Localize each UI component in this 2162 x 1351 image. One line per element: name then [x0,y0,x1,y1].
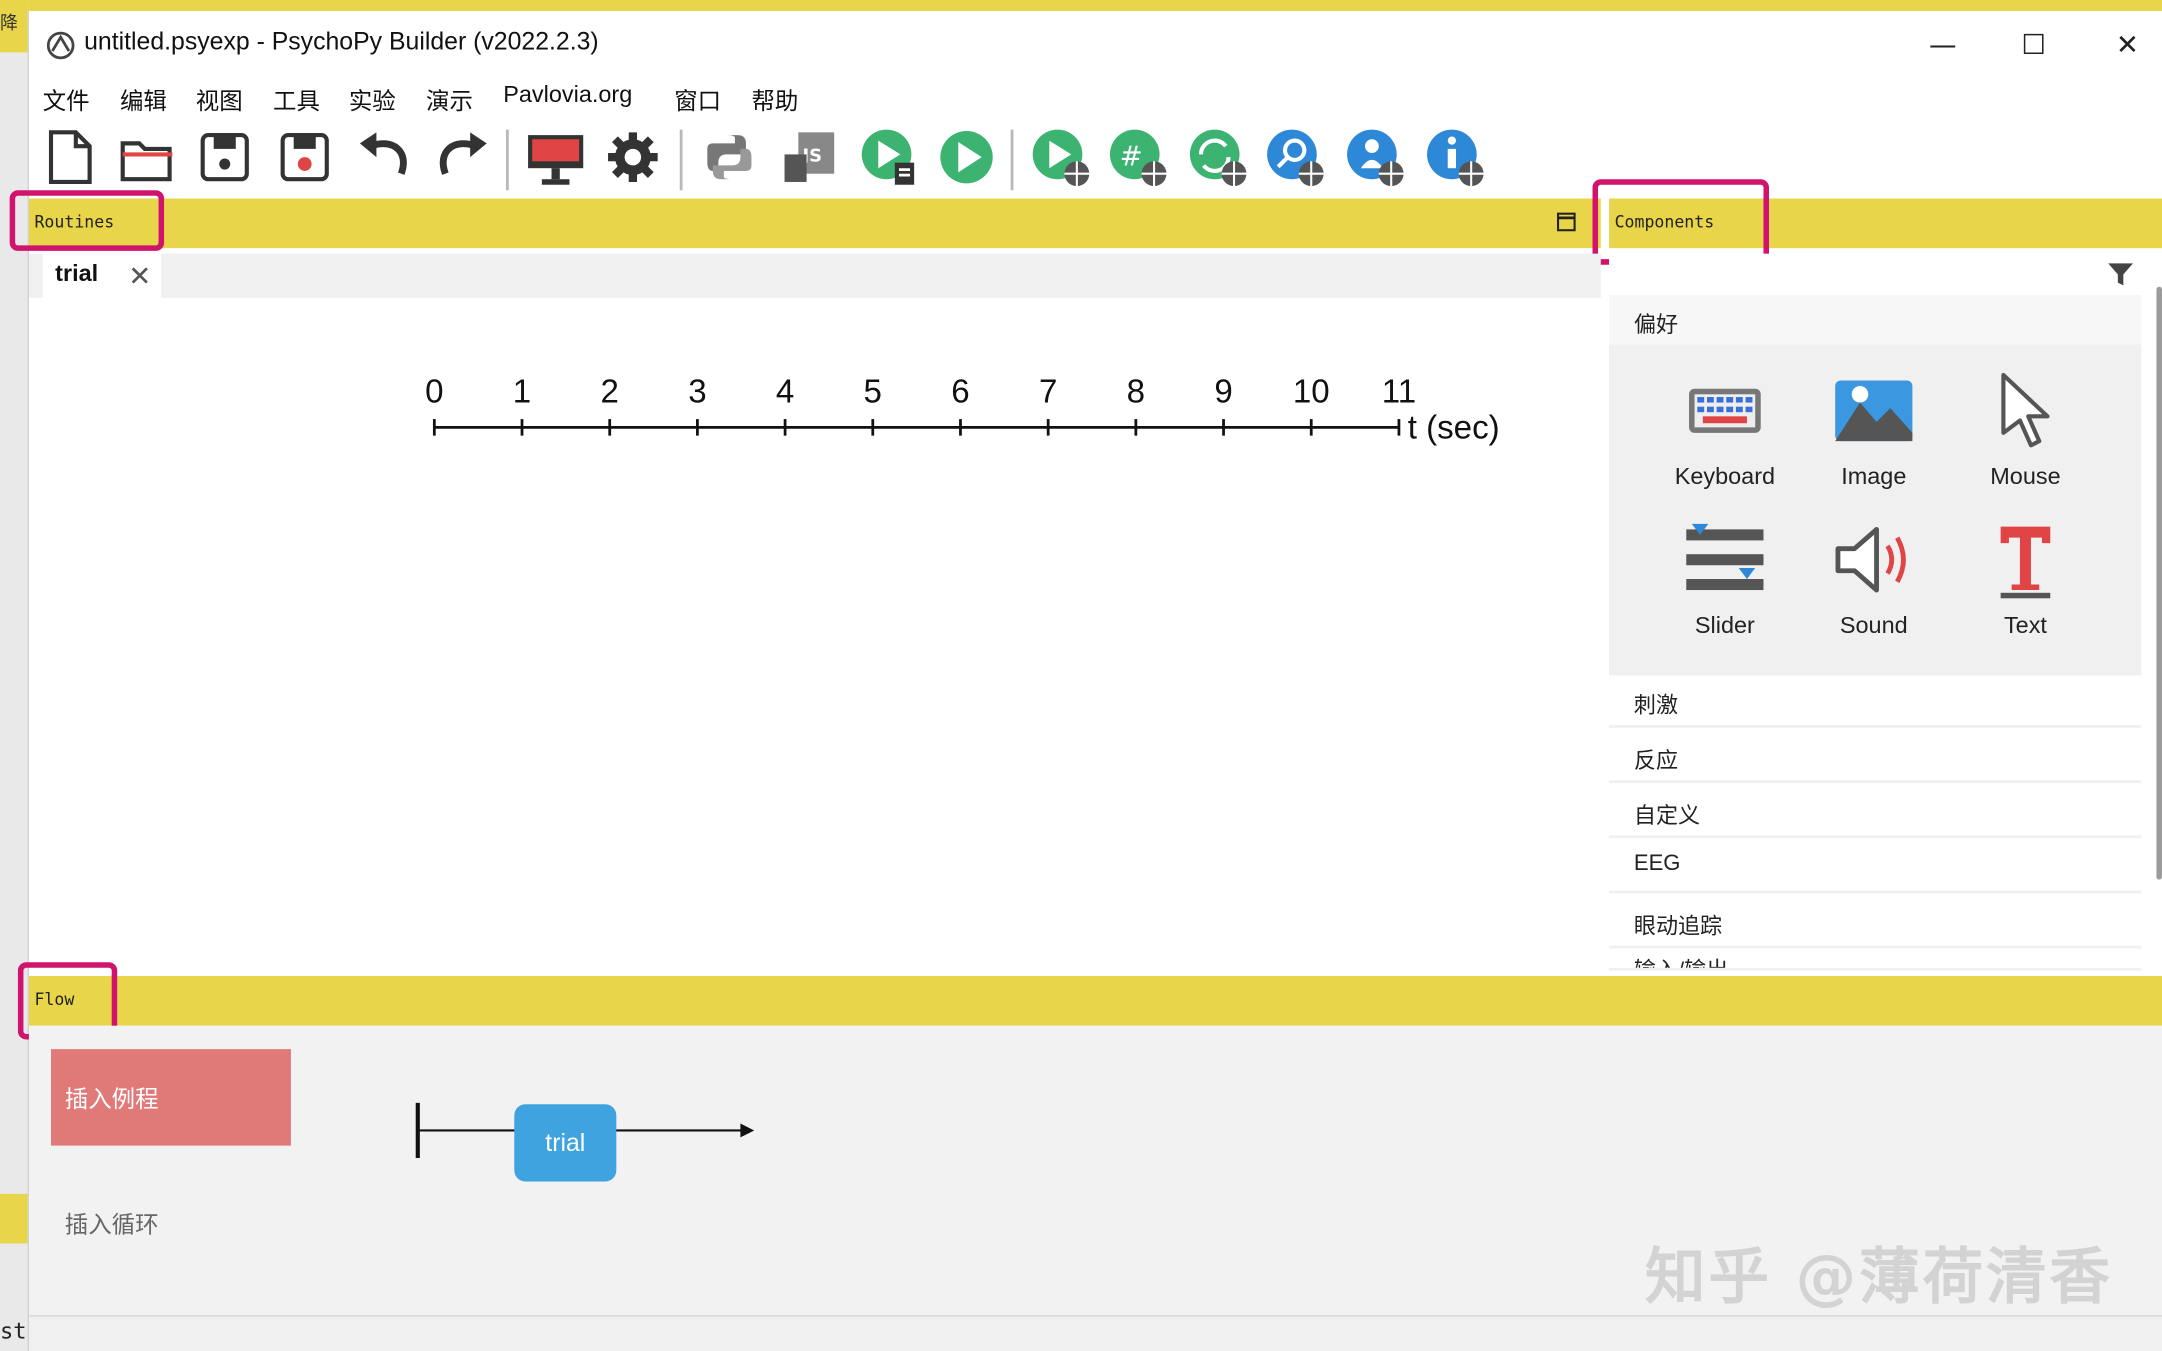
category-eeg[interactable]: EEG [1609,840,2142,894]
timeline-tick-label: 1 [513,374,531,411]
timeline-tick-label: 5 [864,374,882,411]
component-label: Image [1841,463,1907,490]
category-label: 刺激 [1633,694,1679,719]
timeline-tick-label: 6 [951,374,969,411]
timeline-unit-label: t (sec) [1408,409,1500,446]
category-label: 输入/输出 [1634,951,1728,968]
mouse-cursor-icon [2001,372,2050,448]
background-text-bottom: st [0,1317,27,1345]
text-t-icon [2000,526,2051,599]
insert-loop-button[interactable]: 插入循环 [65,1205,159,1239]
component-sound[interactable]: Sound [1799,507,1948,656]
component-text[interactable]: Text [1951,507,2100,656]
flow-panel-header: Flow [28,976,2162,1026]
component-mouse[interactable]: Mouse [1951,358,2100,507]
timeline-tick-label: 8 [1127,374,1145,411]
category-label: 自定义 [1633,805,1701,829]
components-panel: 偏好 Keyboard Image Mouse Slider Sound Tex… [1609,253,2162,971]
keyboard-icon [1689,388,1761,433]
background-top-strip [0,0,2162,12]
category-responses[interactable]: 反应 [1609,730,2142,784]
maximize-button[interactable]: ☐ [2006,22,2061,66]
category-eyetracking[interactable]: 眼动追踪 [1609,896,2142,949]
component-label: Keyboard [1674,463,1776,490]
category-label: EEG [1633,851,1681,876]
component-label: Sound [1839,612,1908,639]
insert-routine-button[interactable]: 插入例程 [51,1049,291,1146]
timeline-tick-label: 10 [1293,374,1330,411]
timeline-tick-label: 7 [1039,374,1057,411]
minimize-button[interactable]: — [1915,22,1970,66]
filter-icon[interactable] [2105,259,2135,289]
category-label: 反应 [1633,749,1679,774]
components-highlight-box [1592,179,1770,265]
favorites-grid: Keyboard Image Mouse Slider Sound Text [1609,344,2142,676]
category-label: 偏好 [1633,314,1679,338]
timeline-tick-label: 4 [776,374,794,411]
component-slider[interactable]: Slider [1650,507,1799,656]
component-keyboard[interactable]: Keyboard [1650,358,1799,507]
timeline-tick-label: 0 [425,374,443,411]
psychopy-builder-window: untitled.psyexp - PsychoPy Builder (v202… [9,11,2162,1351]
component-label: Mouse [1990,463,2061,490]
timeline-tick-label: 3 [688,374,706,411]
category-stimuli[interactable]: 刺激 [1609,675,2142,728]
routine-timeline[interactable]: 0 1 2 3 4 5 6 7 8 9 10 11 t (sec) [29,11,1601,976]
timeline-tick-label: 11 [1382,374,1416,411]
component-label: Slider [1694,612,1755,639]
flow-routine-trial[interactable]: trial [514,1104,617,1182]
status-bar [28,1315,2162,1351]
watermark: 知乎 @薄荷清香 [1644,1242,2113,1313]
background-text-top: 降 [0,13,18,35]
slider-icon [1686,523,1764,591]
screenshot: 降 st untitled.psyexp - PsychoPy Builder … [0,0,2162,1351]
close-button[interactable]: ✕ [2100,22,2155,66]
components-scrollbar[interactable] [2156,286,2162,880]
component-image[interactable]: Image [1799,358,1948,507]
category-custom[interactable]: 自定义 [1609,785,2142,839]
category-io[interactable]: 输入/输出 [1609,951,2142,971]
category-label: 眼动追踪 [1633,915,1723,939]
component-label: Text [2003,612,2047,639]
timeline-tick-label: 2 [601,374,619,411]
category-favorites[interactable]: 偏好 [1609,295,2142,348]
speaker-icon [1835,526,1906,593]
image-icon [1835,380,1913,442]
timeline-tick-label: 9 [1214,374,1232,411]
